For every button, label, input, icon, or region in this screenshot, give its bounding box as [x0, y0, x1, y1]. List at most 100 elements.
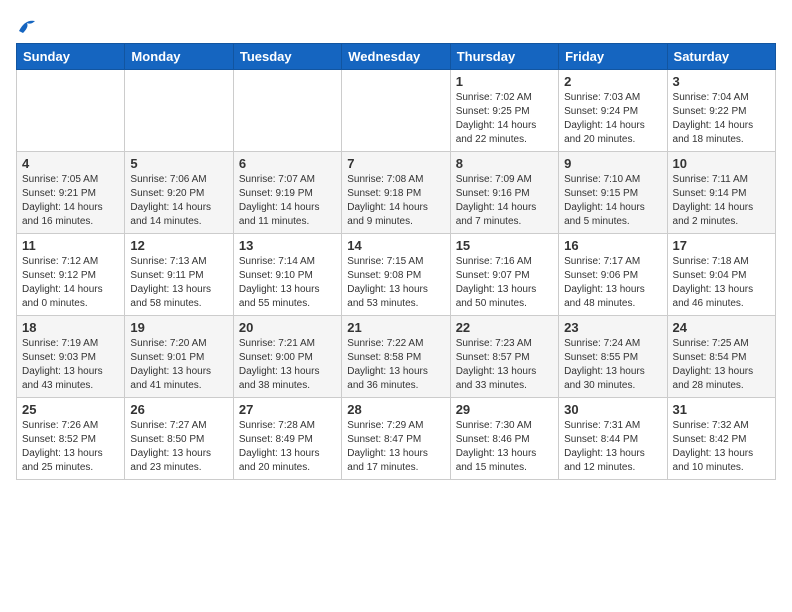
calendar-cell: 17 Sunrise: 7:18 AM Sunset: 9:04 PM Dayli…	[667, 233, 775, 315]
day-info: Sunrise: 7:03 AM Sunset: 9:24 PM Dayligh…	[564, 91, 661, 147]
day-info: Sunrise: 7:06 AM Sunset: 9:20 PM Dayligh…	[130, 173, 227, 229]
day-number: 28	[347, 402, 444, 417]
calendar-cell: 21 Sunrise: 7:22 AM Sunset: 8:58 PM Dayli…	[342, 315, 450, 397]
calendar-cell: 26Sunrise: 7:27 AM Sunset: 8:50 PM Dayli…	[125, 397, 233, 479]
calendar-cell: 3 Sunrise: 7:04 AM Sunset: 9:22 PM Daylig…	[667, 69, 775, 151]
day-number: 3	[673, 74, 770, 89]
calendar-cell: 28Sunrise: 7:29 AM Sunset: 8:47 PM Dayli…	[342, 397, 450, 479]
calendar-cell: 2 Sunrise: 7:03 AM Sunset: 9:24 PM Daylig…	[559, 69, 667, 151]
day-info: Sunrise: 7:23 AM Sunset: 8:57 PM Dayligh…	[456, 337, 553, 393]
day-number: 18	[22, 320, 119, 335]
day-info: Sunrise: 7:28 AM Sunset: 8:49 PM Dayligh…	[239, 419, 336, 475]
calendar-cell: 10 Sunrise: 7:11 AM Sunset: 9:14 PM Dayli…	[667, 151, 775, 233]
day-info: Sunrise: 7:10 AM Sunset: 9:15 PM Dayligh…	[564, 173, 661, 229]
calendar-cell: 16 Sunrise: 7:17 AM Sunset: 9:06 PM Dayli…	[559, 233, 667, 315]
calendar-week-5: 25 Sunrise: 7:26 AM Sunset: 8:52 PM Dayli…	[17, 397, 776, 479]
day-info: Sunrise: 7:26 AM Sunset: 8:52 PM Dayligh…	[22, 419, 119, 475]
day-number: 31	[673, 402, 770, 417]
day-number: 12	[130, 238, 227, 253]
day-info: Sunrise: 7:07 AM Sunset: 9:19 PM Dayligh…	[239, 173, 336, 229]
day-info: Sunrise: 7:27 AM Sunset: 8:50 PM Dayligh…	[130, 419, 227, 475]
day-number: 8	[456, 156, 553, 171]
day-info: Sunrise: 7:18 AM Sunset: 9:04 PM Dayligh…	[673, 255, 770, 311]
calendar-cell: 14Sunrise: 7:15 AM Sunset: 9:08 PM Dayli…	[342, 233, 450, 315]
calendar-cell: 31 Sunrise: 7:32 AM Sunset: 8:42 PM Dayli…	[667, 397, 775, 479]
weekday-header-saturday: Saturday	[667, 43, 775, 69]
calendar-cell: 5 Sunrise: 7:06 AM Sunset: 9:20 PM Daylig…	[125, 151, 233, 233]
weekday-header-thursday: Thursday	[450, 43, 558, 69]
day-info: Sunrise: 7:05 AM Sunset: 9:21 PM Dayligh…	[22, 173, 119, 229]
calendar-week-1: 1 Sunrise: 7:02 AM Sunset: 9:25 PM Daylig…	[17, 69, 776, 151]
day-info: Sunrise: 7:13 AM Sunset: 9:11 PM Dayligh…	[130, 255, 227, 311]
day-info: Sunrise: 7:08 AM Sunset: 9:18 PM Dayligh…	[347, 173, 444, 229]
day-number: 21	[347, 320, 444, 335]
calendar-cell: 27 Sunrise: 7:28 AM Sunset: 8:49 PM Dayli…	[233, 397, 341, 479]
weekday-header-row: SundayMondayTuesdayWednesdayThursdayFrid…	[17, 43, 776, 69]
day-number: 30	[564, 402, 661, 417]
day-number: 14	[347, 238, 444, 253]
calendar-week-3: 11 Sunrise: 7:12 AM Sunset: 9:12 PM Dayli…	[17, 233, 776, 315]
day-info: Sunrise: 7:12 AM Sunset: 9:12 PM Dayligh…	[22, 255, 119, 311]
day-number: 16	[564, 238, 661, 253]
day-number: 7	[347, 156, 444, 171]
calendar-cell: 1 Sunrise: 7:02 AM Sunset: 9:25 PM Daylig…	[450, 69, 558, 151]
day-number: 22	[456, 320, 553, 335]
calendar-cell: 23 Sunrise: 7:24 AM Sunset: 8:55 PM Dayli…	[559, 315, 667, 397]
day-number: 1	[456, 74, 553, 89]
day-number: 9	[564, 156, 661, 171]
weekday-header-tuesday: Tuesday	[233, 43, 341, 69]
calendar-cell: 11 Sunrise: 7:12 AM Sunset: 9:12 PM Dayli…	[17, 233, 125, 315]
day-info: Sunrise: 7:30 AM Sunset: 8:46 PM Dayligh…	[456, 419, 553, 475]
day-info: Sunrise: 7:21 AM Sunset: 9:00 PM Dayligh…	[239, 337, 336, 393]
day-number: 5	[130, 156, 227, 171]
day-number: 27	[239, 402, 336, 417]
day-info: Sunrise: 7:04 AM Sunset: 9:22 PM Dayligh…	[673, 91, 770, 147]
day-info: Sunrise: 7:24 AM Sunset: 8:55 PM Dayligh…	[564, 337, 661, 393]
day-number: 6	[239, 156, 336, 171]
day-number: 24	[673, 320, 770, 335]
day-number: 10	[673, 156, 770, 171]
day-info: Sunrise: 7:20 AM Sunset: 9:01 PM Dayligh…	[130, 337, 227, 393]
day-number: 20	[239, 320, 336, 335]
calendar-table: SundayMondayTuesdayWednesdayThursdayFrid…	[16, 43, 776, 480]
day-number: 2	[564, 74, 661, 89]
calendar-week-2: 4 Sunrise: 7:05 AM Sunset: 9:21 PM Daylig…	[17, 151, 776, 233]
day-info: Sunrise: 7:19 AM Sunset: 9:03 PM Dayligh…	[22, 337, 119, 393]
calendar-cell: 20 Sunrise: 7:21 AM Sunset: 9:00 PM Dayli…	[233, 315, 341, 397]
calendar-cell	[17, 69, 125, 151]
day-number: 11	[22, 238, 119, 253]
weekday-header-friday: Friday	[559, 43, 667, 69]
calendar-cell: 25 Sunrise: 7:26 AM Sunset: 8:52 PM Dayli…	[17, 397, 125, 479]
day-number: 23	[564, 320, 661, 335]
calendar-cell: 4 Sunrise: 7:05 AM Sunset: 9:21 PM Daylig…	[17, 151, 125, 233]
day-number: 17	[673, 238, 770, 253]
calendar-cell: 6 Sunrise: 7:07 AM Sunset: 9:19 PM Daylig…	[233, 151, 341, 233]
calendar-cell: 9 Sunrise: 7:10 AM Sunset: 9:15 PM Daylig…	[559, 151, 667, 233]
day-info: Sunrise: 7:25 AM Sunset: 8:54 PM Dayligh…	[673, 337, 770, 393]
weekday-header-wednesday: Wednesday	[342, 43, 450, 69]
weekday-header-sunday: Sunday	[17, 43, 125, 69]
calendar-cell	[125, 69, 233, 151]
day-info: Sunrise: 7:16 AM Sunset: 9:07 PM Dayligh…	[456, 255, 553, 311]
calendar-cell: 15 Sunrise: 7:16 AM Sunset: 9:07 PM Dayli…	[450, 233, 558, 315]
day-info: Sunrise: 7:32 AM Sunset: 8:42 PM Dayligh…	[673, 419, 770, 475]
day-info: Sunrise: 7:31 AM Sunset: 8:44 PM Dayligh…	[564, 419, 661, 475]
day-info: Sunrise: 7:22 AM Sunset: 8:58 PM Dayligh…	[347, 337, 444, 393]
calendar-cell	[342, 69, 450, 151]
day-info: Sunrise: 7:17 AM Sunset: 9:06 PM Dayligh…	[564, 255, 661, 311]
calendar-cell: 29 Sunrise: 7:30 AM Sunset: 8:46 PM Dayli…	[450, 397, 558, 479]
calendar-cell: 13Sunrise: 7:14 AM Sunset: 9:10 PM Dayli…	[233, 233, 341, 315]
calendar-cell: 7 Sunrise: 7:08 AM Sunset: 9:18 PM Daylig…	[342, 151, 450, 233]
calendar-cell: 24 Sunrise: 7:25 AM Sunset: 8:54 PM Dayli…	[667, 315, 775, 397]
calendar-cell: 30 Sunrise: 7:31 AM Sunset: 8:44 PM Dayli…	[559, 397, 667, 479]
day-info: Sunrise: 7:02 AM Sunset: 9:25 PM Dayligh…	[456, 91, 553, 147]
calendar-cell: 8Sunrise: 7:09 AM Sunset: 9:16 PM Daylig…	[450, 151, 558, 233]
calendar-cell: 22 Sunrise: 7:23 AM Sunset: 8:57 PM Dayli…	[450, 315, 558, 397]
day-number: 29	[456, 402, 553, 417]
day-number: 25	[22, 402, 119, 417]
logo	[16, 16, 41, 35]
day-info: Sunrise: 7:11 AM Sunset: 9:14 PM Dayligh…	[673, 173, 770, 229]
day-number: 15	[456, 238, 553, 253]
day-number: 4	[22, 156, 119, 171]
calendar-week-4: 18 Sunrise: 7:19 AM Sunset: 9:03 PM Dayli…	[17, 315, 776, 397]
